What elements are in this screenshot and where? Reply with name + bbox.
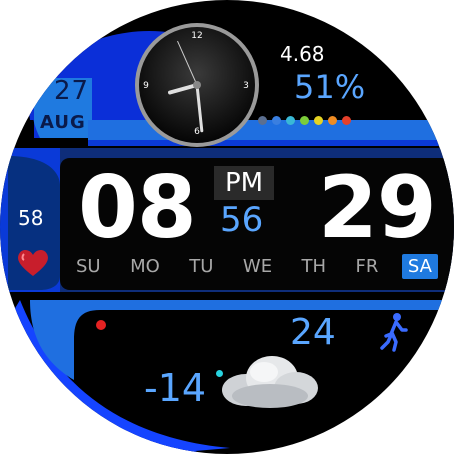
level-dot	[314, 116, 323, 125]
level-dot	[342, 116, 351, 125]
weekday-sa: SA	[401, 254, 438, 279]
heart-rate-value: 58	[18, 206, 44, 230]
digital-seconds: 56	[220, 200, 264, 240]
temperature: -14	[144, 366, 207, 410]
am-pm-indicator: PM	[214, 166, 274, 200]
cloud-icon	[222, 356, 318, 408]
clock-numeral-6: 6	[194, 127, 200, 137]
weekday-th: TH	[301, 256, 327, 277]
clock-numeral-3: 3	[243, 81, 249, 91]
watch-face: 27 AUG 12 3 6 9 4.68 51% 08 PM 56 29 58 …	[0, 0, 454, 454]
weekday-we: WE	[242, 256, 273, 277]
level-dot	[328, 116, 337, 125]
heart-icon	[18, 249, 48, 276]
digital-minute: 29	[318, 158, 437, 258]
date-month: AUG	[40, 112, 86, 133]
weekday-mo: MO	[130, 256, 160, 277]
analog-clock: 12 3 6 9	[135, 23, 259, 147]
level-dot	[286, 116, 295, 125]
digital-hour: 08	[78, 158, 197, 258]
step-count: 24	[290, 312, 336, 353]
weekday-su: SU	[76, 256, 101, 277]
weekday-tu: TU	[189, 256, 214, 277]
date-day: 27	[54, 76, 90, 106]
weekday-strip: SU MO TU WE TH FR SA	[70, 254, 438, 279]
top-stat-value: 4.68	[280, 42, 325, 66]
level-dot	[300, 116, 309, 125]
level-dot	[272, 116, 281, 125]
notification-dot	[96, 320, 106, 330]
battery-percent: 51%	[294, 68, 366, 106]
clock-numeral-12: 12	[191, 31, 202, 41]
level-dots	[258, 116, 351, 125]
clock-numeral-9: 9	[143, 81, 149, 91]
walking-person-icon	[380, 313, 408, 352]
weekday-fr: FR	[355, 256, 379, 277]
level-dot	[258, 116, 267, 125]
